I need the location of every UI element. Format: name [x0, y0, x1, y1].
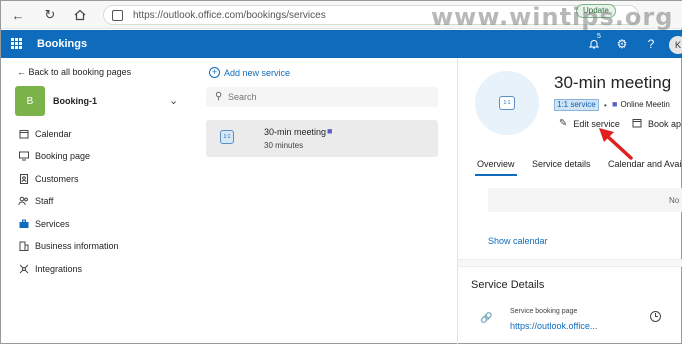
- service-title: 30-min meeting: [554, 73, 672, 92]
- sidebar-item-integrations[interactable]: Integrations: [18, 260, 198, 278]
- section-divider: [458, 259, 682, 267]
- browser-toolbar: ← ↻ https://outlook.office.com/bookings/…: [1, 1, 682, 31]
- booking-page-label: Service booking page: [510, 308, 578, 315]
- booking-page-url[interactable]: https://outlook.office...: [510, 321, 597, 331]
- service-image: 1:1: [475, 71, 539, 135]
- arrow-left-icon: ←: [17, 67, 26, 77]
- sidebar-item-calendar[interactable]: Calendar: [18, 125, 198, 143]
- calendar-icon: [18, 129, 29, 140]
- building-icon: [18, 241, 29, 252]
- book-appointment-label: Book ap: [648, 119, 682, 129]
- monitor-icon: [18, 151, 29, 162]
- bell-icon[interactable]: 5: [586, 33, 603, 52]
- app-header: Bookings 5 ⚙ ? K: [1, 30, 682, 58]
- link-icon: 🔗: [480, 313, 493, 324]
- watermark: www.wintips.org: [431, 3, 674, 31]
- service-duration: 30 minutes: [264, 141, 304, 150]
- show-calendar-link[interactable]: Show calendar: [488, 236, 548, 246]
- service-thumbnail-large: 1:1: [499, 96, 515, 110]
- calendar-placeholder-text: No: [669, 196, 680, 205]
- sidebar-item-label: Customers: [35, 174, 79, 184]
- sidebar-item-label: Calendar: [35, 129, 72, 139]
- home-icon[interactable]: [71, 6, 89, 24]
- app-title: Bookings: [37, 38, 88, 50]
- plus-circle-icon: +: [209, 67, 220, 78]
- sidebar-item-label: Business information: [35, 241, 119, 251]
- book-appointment-button[interactable]: Book ap: [632, 118, 681, 130]
- pencil-icon: ✎: [559, 118, 568, 129]
- service-details-heading: Service Details: [471, 279, 545, 291]
- sidebar-item-label: Staff: [35, 196, 54, 206]
- back-arrow-icon[interactable]: ←: [9, 6, 27, 24]
- sidebar-item-staff[interactable]: Staff: [18, 192, 198, 210]
- service-name: 30-min meeting: [264, 127, 327, 137]
- booking-name[interactable]: Booking-1: [53, 96, 97, 106]
- teams-icon: ■: [612, 99, 618, 109]
- contact-card-icon: [18, 174, 29, 185]
- gear-icon[interactable]: ⚙: [614, 36, 630, 52]
- tab-calendar-availability[interactable]: Calendar and Avail: [608, 159, 682, 169]
- clock-icon: [650, 311, 661, 322]
- url-text: https://outlook.office.com/bookings/serv…: [133, 10, 326, 21]
- app-launcher-icon[interactable]: [11, 38, 22, 49]
- chevron-down-icon[interactable]: ⌄: [169, 94, 178, 107]
- panel-divider: [457, 58, 458, 344]
- calendar-preview: [488, 188, 682, 212]
- online-meeting-text: Online Meetin: [620, 99, 670, 109]
- people-icon: [18, 196, 29, 207]
- search-icon: ⚲: [215, 91, 223, 102]
- notification-badge: 5: [595, 33, 603, 40]
- search-input[interactable]: [228, 90, 428, 104]
- service-thumbnail: 1:1: [220, 130, 234, 144]
- sidebar-item-label: Integrations: [35, 264, 83, 274]
- search-box: ⚲: [206, 87, 438, 107]
- teams-icon: ■: [327, 126, 333, 136]
- avatar[interactable]: K: [669, 36, 682, 54]
- back-to-booking-pages-link[interactable]: ← Back to all booking pages: [17, 67, 131, 77]
- sidebar-item-booking-page[interactable]: Booking page: [18, 147, 198, 165]
- active-tab-indicator: [475, 174, 517, 176]
- separator-dot: •: [604, 101, 607, 110]
- sidebar-item-label: Services: [35, 219, 70, 229]
- service-list-item[interactable]: 1:1 30-min meeting ■ 30 minutes: [206, 120, 438, 157]
- sidebar-item-business-information[interactable]: Business information: [18, 237, 198, 255]
- lock-icon: [112, 10, 123, 21]
- tab-service-details[interactable]: Service details: [532, 159, 591, 169]
- refresh-icon[interactable]: ↻: [41, 6, 59, 24]
- annotation-arrow: [599, 128, 633, 160]
- add-service-label: Add new service: [224, 67, 291, 78]
- online-meeting-label: ■ Online Meetin: [612, 99, 670, 109]
- integrations-icon: [18, 264, 29, 275]
- help-icon[interactable]: ?: [643, 36, 659, 52]
- sidebar-item-services[interactable]: Services: [18, 215, 198, 233]
- briefcase-icon: [18, 219, 29, 230]
- add-new-service-button[interactable]: + Add new service: [209, 67, 290, 78]
- sidebar-item-label: Booking page: [35, 151, 91, 161]
- tab-overview[interactable]: Overview: [477, 159, 515, 169]
- service-type-tag: 1:1 service: [554, 99, 599, 111]
- sidebar-item-customers[interactable]: Customers: [18, 170, 198, 188]
- back-link-label: Back to all booking pages: [28, 67, 132, 77]
- booking-avatar: B: [15, 86, 45, 116]
